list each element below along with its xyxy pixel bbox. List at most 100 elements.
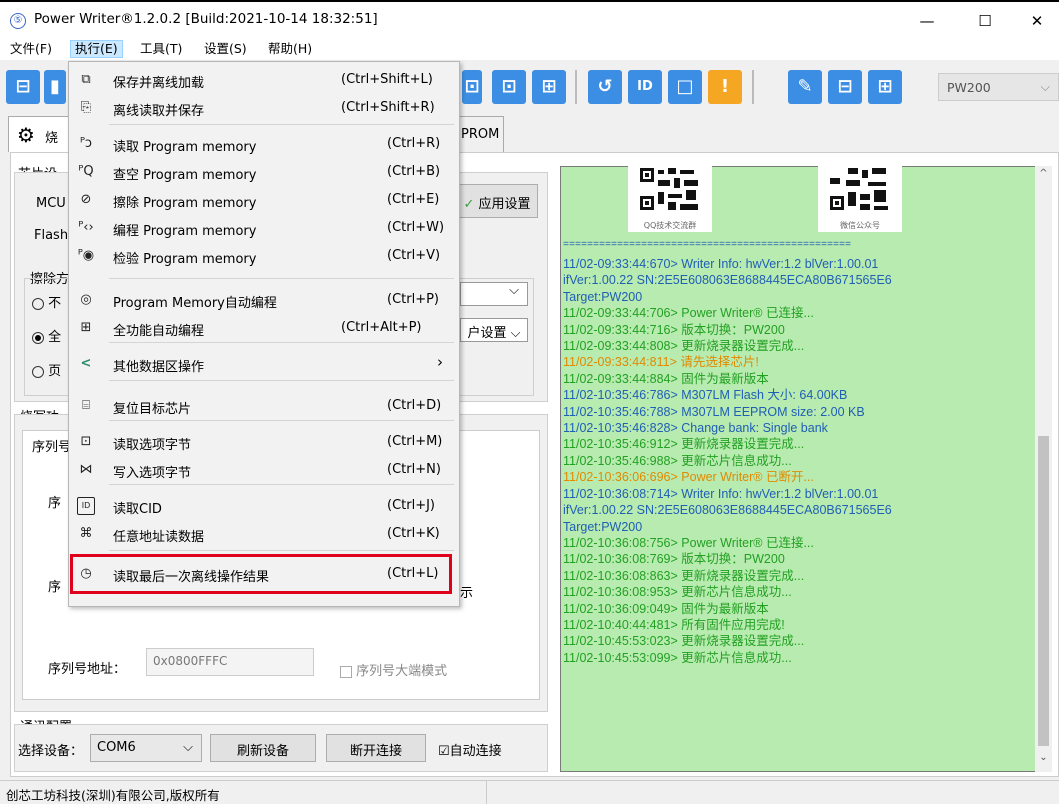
menu-item-auto-program-all[interactable]: ⊞ 全功能自动编程 (Ctrl+Alt+P) [69,314,459,342]
log-lines: 11/02-09:33:44:670> Writer Info: hwVer:1… [563,256,1035,666]
log-line: 11/02-09:33:44:808> 更新烧录器设置完成... [563,339,805,354]
device-model-select[interactable]: PW200 ⌵ [938,73,1059,101]
menu-item-offline-read-save[interactable]: ⎘ 离线读取并保存 (Ctrl+Shift+R) [69,94,459,122]
chevron-down-icon: ⌵ [510,326,521,341]
checkbox-checked-icon[interactable]: ☑ [438,744,450,759]
open-project-button[interactable]: ⊟ [6,70,40,104]
menu-item-read-program-memory[interactable]: ᴾↄ 读取 Program memory (Ctrl+R) [69,130,459,158]
tab-programming[interactable]: ⚙ 烧 [8,116,70,152]
toolbar-separator [575,70,577,104]
auto-program-all-icon: ⊞ [80,320,92,335]
display-label: 示 [460,586,474,601]
menu-item-write-program-memory[interactable]: ᴾ‹› 编程 Program memory (Ctrl+W) [69,214,459,242]
device-select[interactable]: COM6 ⌵ [90,734,202,762]
menu-item-label: 编程 Program memory [113,224,257,239]
scrollbar-thumb[interactable] [1038,436,1049,746]
serial-label: 序 [48,580,62,595]
calculator-button[interactable]: ⊟ [828,70,862,104]
chevron-up-icon[interactable]: ^ [1037,168,1050,182]
write-offline-button[interactable]: ⊡ [492,70,526,104]
tab-serial-number[interactable]: 序列号 [30,436,74,455]
big-endian-checkbox[interactable]: 序列号大端模式 [340,660,447,679]
menu-item-auto-program-memory[interactable]: ◎ Program Memory自动编程 (Ctrl+P) [69,286,459,314]
erase-full-option[interactable]: 全 [32,326,61,345]
read-cid-icon: ID [77,497,95,515]
menu-settings[interactable]: 设置(S) [200,40,251,58]
clear-log-button[interactable]: ✎ [788,70,822,104]
menu-item-shortcut: (Ctrl+Alt+P) [341,320,422,335]
radio-button[interactable] [32,365,44,378]
robot-button[interactable]: ⊞ [532,70,566,104]
menu-item-verify-program-memory[interactable]: ᴾ◉ 检验 Program memory (Ctrl+V) [69,242,459,270]
menu-item-erase-program-memory[interactable]: ⊘ 擦除 Program memory (Ctrl+E) [69,186,459,214]
menu-item-blank-check-program-memory[interactable]: ᴾQ 查空 Program memory (Ctrl+B) [69,158,459,186]
menu-item-read-cid[interactable]: ID 读取CID (Ctrl+J) [69,492,459,520]
menu-tools[interactable]: 工具(T) [136,40,186,58]
menu-item-shortcut: (Ctrl+W) [387,220,445,235]
chevron-down-icon[interactable]: ⌄ [1037,752,1050,766]
menu-item-shortcut: (Ctrl+M) [387,434,443,449]
serial-address-input[interactable]: 0x0800FFFC [146,648,314,676]
menu-item-label: 擦除 Program memory [113,196,257,211]
read-id-button[interactable]: ID [628,70,662,104]
refresh-device-button[interactable]: 刷新设备 [210,734,316,762]
save-project-button[interactable]: ▮ [44,70,66,104]
menu-item-label: 写入选项字节 [113,466,192,481]
wechat-qr-code: 微信公众号 [818,166,902,232]
menu-execute[interactable]: 执行(E) [70,40,123,58]
log-line: 11/02-10:35:46:988> 更新芯片信息成功... [563,453,792,468]
status-divider [486,781,487,804]
gear-icon: ⚙ [17,123,35,147]
save-offline-load-icon: ⧉ [81,72,91,87]
menu-file[interactable]: 文件(F) [6,40,56,58]
maximize-button[interactable]: ☐ [965,8,1005,34]
menu-item-write-option-bytes[interactable]: ⋈ 写入选项字节 (Ctrl+N) [69,456,459,484]
menu-separator [109,124,454,125]
qq-group-qr-code: QQ技术交流群 [628,166,712,232]
log-line: 11/02-09:33:44:706> Power Writer® 已连接... [563,306,814,321]
user-settings-select[interactable]: 户设置 ⌵ [460,318,528,342]
close-button[interactable]: ✕ [1017,8,1057,34]
menu-item-read-option-bytes[interactable]: ⊡ 读取选项字节 (Ctrl+M) [69,428,459,456]
read-offline-button[interactable]: ⊡ [462,70,482,104]
log-line: 11/02-10:36:06:696> Power Writer® 已断开... [563,470,814,485]
flash-label: Flash [34,228,69,243]
window-title: Power Writer®1.2.0.2 [Build:2021-10-14 1… [34,11,378,27]
disconnect-button[interactable]: 断开连接 [326,734,426,762]
menu-item-label: 复位目标芯片 [113,402,192,417]
tab-eeprom[interactable]: PROM [458,116,504,152]
apply-settings-button[interactable]: ✓ 应用设置 [456,184,538,218]
log-line: 11/02-10:40:44:481> 所有固件应用完成! [563,617,785,632]
menu-item-shortcut: (Ctrl+R) [387,136,441,151]
log-scrollbar[interactable]: ^ ⌄ [1035,166,1052,772]
offline-read-save-icon: ⎘ [80,100,92,115]
log-line: 11/02-10:36:08:714> Writer Info: hwVer:1… [563,486,879,501]
menu-item-other-data-area[interactable]: < 其他数据区操作 › [69,350,459,378]
chip-button[interactable]: □ [668,70,702,104]
menu-separator [109,342,454,343]
refresh-button[interactable]: ↺ [588,70,622,104]
warning-button[interactable]: ! [708,70,742,104]
auto-connect-checkbox[interactable]: ☑自动连接 [438,740,502,759]
log-line: 11/02-10:35:46:788> M307LM EEPROM size: … [563,404,865,419]
menu-item-shortcut: (Ctrl+N) [387,462,441,477]
menu-item-label: 任意地址读数据 [113,530,205,545]
erase-page-option[interactable]: 页 [32,360,61,379]
erase-none-option[interactable]: 不 [32,292,61,311]
minimize-button[interactable]: — [907,8,947,34]
serial-label: 序 [48,496,62,511]
menu-item-save-offline-load[interactable]: ⧉ 保存并离线加载 (Ctrl+Shift+L) [69,66,459,94]
menu-item-shortcut: (Ctrl+E) [387,192,440,207]
menu-item-shortcut: (Ctrl+B) [387,164,441,179]
menu-item-reset-target-chip[interactable]: ⌸ 复位目标芯片 (Ctrl+D) [69,392,459,420]
checkbox[interactable] [340,665,352,678]
execute-menu: ⧉ 保存并离线加载 (Ctrl+Shift+L) ⎘ 离线读取并保存 (Ctrl+Shif… [68,61,460,607]
menu-help[interactable]: 帮助(H) [264,40,316,58]
menu-item-read-arbitrary-address[interactable]: ⌘ 任意地址读数据 (Ctrl+K) [69,520,459,548]
radio-button[interactable] [32,331,44,344]
layout-button[interactable]: ⊞ [868,70,902,104]
erase-mode-select[interactable]: ⌵ [460,282,528,306]
log-line: 11/02-09:33:44:811> 请先选择芯片! [563,355,759,370]
radio-button[interactable] [32,297,44,310]
log-line: 11/02-10:35:46:912> 更新烧录器设置完成... [563,437,805,452]
